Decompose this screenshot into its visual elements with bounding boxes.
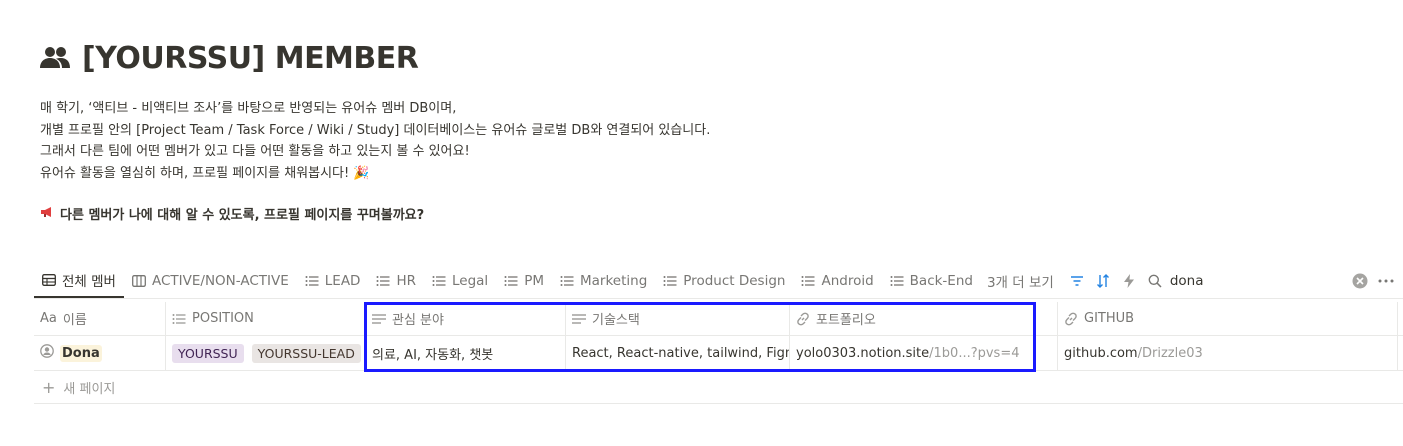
search-icon[interactable] [1142,268,1168,294]
list-icon [560,275,574,287]
tab-hr[interactable]: HR [368,264,424,298]
list-icon [432,275,446,287]
tab-product-design[interactable]: Product Design [655,264,793,298]
list-icon [801,275,815,287]
tab-all-members[interactable]: 전체 멤버 [34,264,124,298]
description-line: 그래서 다른 팀에 어떤 멤버가 있고 다들 어떤 활동을 하고 있는지 볼 수… [40,144,470,159]
position-tag: YOURSSU-LEAD [251,343,361,363]
page-title[interactable]: [YOURSSU] MEMBER [82,41,419,76]
description-line: 매 학기, ‘액티브 - 비액티브 조사’를 바탕으로 반영되는 유어슈 멤버 … [40,101,457,116]
row-title[interactable]: Dona [60,344,102,362]
cell-github[interactable]: github.com/Drizzle03 [1058,336,1398,370]
tab-back-end[interactable]: Back-End [882,264,981,298]
new-page-button[interactable]: + 새 페이지 [34,371,1403,404]
list-icon [172,313,186,325]
list-icon [663,275,677,287]
lightning-icon[interactable] [1116,268,1142,294]
highlight-box [364,302,1036,372]
tab-label: PM [524,273,544,289]
tab-label: HR [396,273,416,289]
tab-active-non-active[interactable]: ACTIVE/NON-ACTIVE [124,264,297,298]
cell-name[interactable]: Dona [34,336,166,370]
url-path: /Drizzle03 [1137,345,1203,361]
description-line: 개별 프로필 안의 [Project Team / Task Force / W… [40,122,711,138]
tab-pm[interactable]: PM [496,264,552,298]
column-label: POSITION [192,311,254,326]
list-icon [504,275,518,287]
position-tag: YOURSSU [172,343,244,363]
filter-icon[interactable] [1064,268,1090,294]
tab-label: Legal [452,273,489,289]
view-toolbar: dona [1064,268,1204,294]
tab-legal[interactable]: Legal [424,264,496,298]
megaphone-icon [40,206,54,221]
view-tabs: 전체 멤버 ACTIVE/NON-ACTIVE LEAD HR Legal PM [34,264,1403,299]
board-icon [132,275,146,287]
column-header-name[interactable]: Aa 이름 [34,302,166,335]
tab-lead[interactable]: LEAD [297,264,369,298]
more-views-button[interactable]: 3개 더 보기 [981,271,1060,291]
column-label: 이름 [62,313,87,328]
github-link[interactable]: github.com/Drizzle03 [1064,346,1203,361]
table-icon [42,274,56,286]
callout: 다른 멤버가 나에 대해 알 수 있도록, 프로필 페이지를 꾸며볼까요? [40,204,424,223]
tab-label: Product Design [683,273,786,289]
tab-label: Marketing [579,273,648,289]
sort-icon[interactable] [1090,268,1116,294]
clear-search-icon[interactable] [1347,268,1373,294]
tab-label: ACTIVE/NON-ACTIVE [151,273,289,289]
tab-label: Android [821,273,874,289]
tab-marketing[interactable]: Marketing [552,264,655,298]
tab-android[interactable]: Android [793,264,881,298]
list-icon [376,275,390,287]
text-type-icon: Aa [40,311,57,326]
list-icon [890,275,904,287]
plus-icon: + [42,377,56,397]
new-page-label: 새 페이지 [63,381,116,397]
link-icon [1064,312,1078,326]
person-icon [40,344,54,362]
column-header-github[interactable]: GITHUB [1058,302,1398,335]
column-header-position[interactable]: POSITION [166,302,366,335]
url-host: github.com [1064,345,1138,361]
tab-label: 전체 멤버 [62,274,116,290]
right-toolbar [1347,264,1399,298]
people-icon[interactable] [38,41,72,75]
more-options-icon[interactable] [1373,268,1399,294]
tab-label: Back-End [909,273,973,289]
tab-label: LEAD [324,273,361,289]
search-input[interactable]: dona [1170,273,1204,289]
list-icon [305,275,319,287]
callout-text: 다른 멤버가 나에 대해 알 수 있도록, 프로필 페이지를 꾸며볼까요? [60,208,425,223]
page-description: 매 학기, ‘액티브 - 비액티브 조사’를 바탕으로 반영되는 유어슈 멤버 … [40,98,940,184]
description-line: 유어슈 활동을 열심히 하며, 프로필 페이지를 채워봅시다! 🎉 [40,165,370,181]
column-label: GITHUB [1084,311,1135,326]
page-header: [YOURSSU] MEMBER [38,36,419,80]
cell-position[interactable]: YOURSSU YOURSSU-LEAD [166,336,366,370]
